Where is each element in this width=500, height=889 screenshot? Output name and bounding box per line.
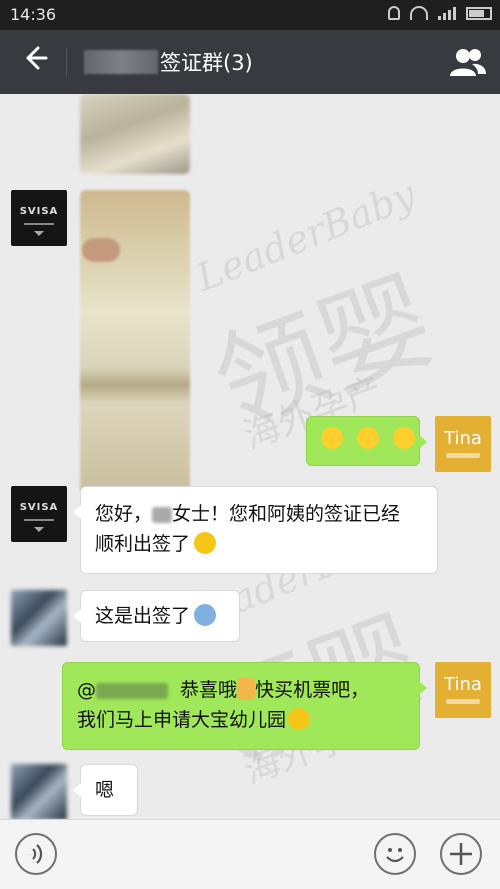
redacted-group-prefix	[84, 50, 158, 74]
message-text: 快买机票吧，	[255, 679, 370, 701]
message-text: 恭喜哦	[180, 679, 238, 701]
thumbs-up-emoji	[237, 678, 256, 700]
message-text: 嗯	[95, 779, 115, 801]
avatar-tina-label: Tina	[444, 428, 482, 449]
battery-icon	[466, 6, 492, 20]
message-text: 女士！您和阿姨的签证已经	[172, 503, 401, 525]
plus-icon[interactable]	[440, 833, 482, 875]
redacted-name	[152, 506, 173, 523]
grinning-sweat-emoji	[393, 427, 416, 449]
title-divider	[66, 48, 67, 76]
message-bubble[interactable]: @ 恭喜哦 快买机票吧， 我们马上申请大宝幼儿园	[62, 662, 427, 750]
smile-emoji	[194, 532, 217, 554]
chat-title: 签证群(3)	[160, 51, 253, 75]
status-bar: 14:36	[0, 0, 500, 30]
message-bubble[interactable]: 嗯	[73, 764, 138, 816]
avatar[interactable]: Tina	[435, 662, 491, 718]
status-time: 14:36	[10, 5, 57, 24]
message-bubble[interactable]: 这是出签了	[73, 590, 240, 642]
input-bar	[0, 819, 500, 889]
back-arrow-icon[interactable]	[14, 44, 54, 80]
message-text: 这是出签了	[95, 605, 191, 627]
avatar[interactable]	[11, 764, 67, 819]
scream-emoji	[194, 604, 217, 626]
image-message[interactable]	[80, 190, 190, 495]
grinning-sweat-emoji	[321, 427, 343, 449]
title-bar: 签证群(3)	[0, 30, 500, 94]
wifi-icon	[410, 6, 428, 20]
image-message[interactable]	[80, 94, 190, 174]
cool-emoji	[288, 708, 311, 730]
avatar[interactable]	[11, 590, 67, 646]
group-members-icon[interactable]	[448, 46, 488, 78]
voice-icon[interactable]	[15, 833, 57, 875]
bell-icon	[388, 6, 400, 20]
signal-icon	[438, 6, 456, 20]
watermark-brand-en: LeaderBaby	[190, 172, 422, 300]
avatar[interactable]: SVISA	[11, 486, 67, 542]
grinning-sweat-emoji	[357, 427, 380, 449]
redacted-name	[96, 682, 168, 699]
message-text: @	[77, 679, 96, 701]
message-text: 我们马上申请大宝幼儿园	[77, 709, 287, 731]
message-bubble[interactable]: 您好， 女士！您和阿姨的签证已经 顺利出签了	[73, 486, 438, 574]
emoji-icon[interactable]	[374, 833, 416, 875]
message-text: 您好，	[95, 503, 153, 525]
message-bubble[interactable]	[306, 416, 427, 466]
avatar[interactable]: SVISA	[11, 190, 67, 246]
avatar[interactable]: Tina	[435, 416, 491, 472]
message-text: 顺利出签了	[95, 533, 191, 555]
chat-area[interactable]: LeaderBaby 领婴 海外孕产 LeaderBaby 领婴 海外孕产 SV…	[0, 94, 500, 819]
avatar-svisa-label: SVISA	[19, 206, 59, 217]
